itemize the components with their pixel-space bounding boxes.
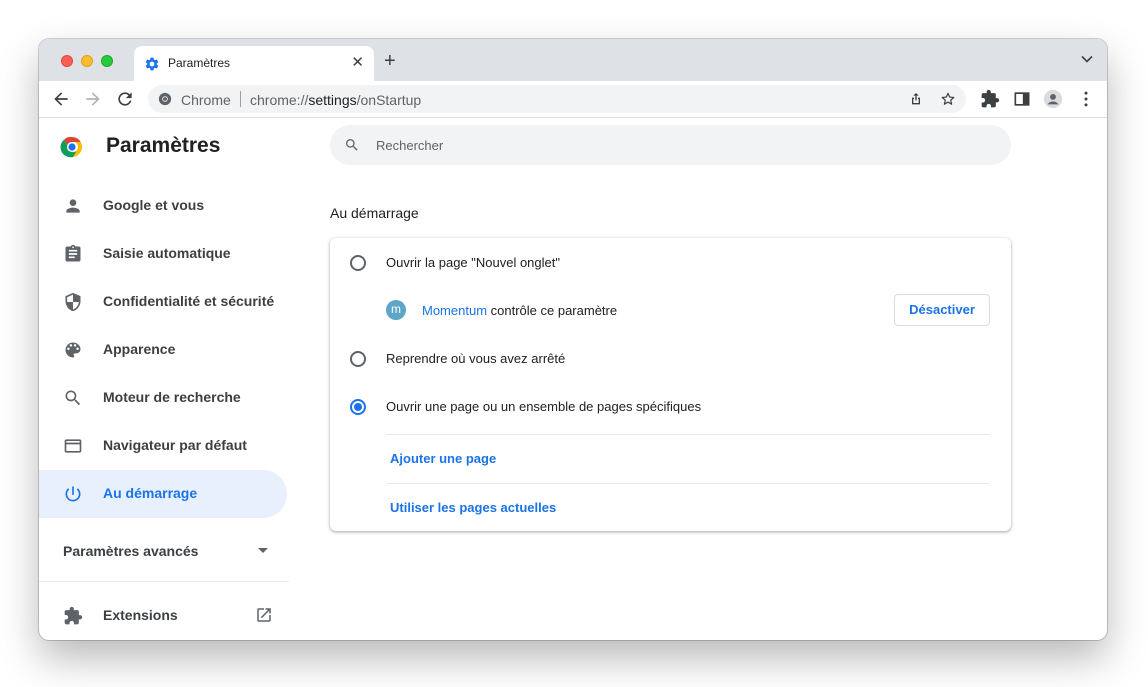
url-scheme: chrome:// (250, 92, 309, 108)
share-icon[interactable] (908, 91, 924, 107)
extension-link[interactable]: Momentum (422, 303, 487, 318)
section-title: Au démarrage (330, 205, 419, 221)
startup-card: Ouvrir la page "Nouvel onglet" m Momentu… (330, 238, 1011, 531)
advanced-settings-toggle[interactable]: Paramètres avancés (63, 543, 273, 563)
gear-icon (145, 57, 159, 71)
puzzle-icon (64, 606, 83, 625)
use-current-pages-link[interactable]: Utiliser les pages actuelles (390, 500, 556, 515)
search-icon (65, 390, 81, 406)
settings-title: Paramètres (106, 134, 221, 157)
search-icon (346, 139, 358, 151)
new-tab-button[interactable]: + (384, 51, 396, 71)
card-divider (386, 483, 990, 484)
disable-extension-button[interactable]: Désactiver (894, 294, 990, 326)
browser-window-icon (64, 439, 82, 453)
sidebar-item-on-startup[interactable]: Au démarrage (39, 470, 287, 518)
sidebar-item-autofill[interactable]: Saisie automatique (39, 230, 287, 278)
caret-down-icon[interactable] (258, 548, 268, 554)
sidebar-item-label: Confidentialité et sécurité (103, 293, 275, 309)
sidebar-item-privacy[interactable]: Confidentialité et sécurité (39, 278, 287, 326)
minimize-window-button[interactable] (81, 55, 93, 67)
radio-specific-pages[interactable] (350, 399, 366, 415)
tab-strip: Paramètres ✕ + (39, 39, 1107, 81)
close-window-button[interactable] (61, 55, 73, 67)
clipboard-icon (65, 244, 81, 262)
sidebar-item-google[interactable]: Google et vous (39, 182, 287, 230)
side-panel-icon[interactable] (1012, 89, 1032, 109)
search-placeholder: Rechercher (376, 138, 444, 153)
puzzle-icon[interactable] (980, 89, 1000, 109)
forward-arrow-icon[interactable] (83, 89, 103, 109)
option-label[interactable]: Reprendre où vous avez arrêté (386, 351, 565, 366)
url-path: /onStartup (356, 92, 422, 108)
reload-icon[interactable] (115, 89, 135, 109)
sidebar-item-label: Extensions (103, 607, 178, 623)
extension-notice-text: contrôle ce paramètre (487, 303, 618, 318)
sidebar-item-label: Navigateur par défaut (103, 437, 247, 453)
profile-avatar-icon[interactable] (1043, 89, 1063, 109)
tab-settings[interactable]: Paramètres ✕ (134, 46, 374, 81)
url-text: chrome://settings/onStartup (250, 92, 421, 108)
open-in-new-icon[interactable] (255, 606, 273, 624)
card-divider (386, 434, 990, 435)
chevron-down-icon[interactable] (1081, 55, 1093, 63)
sidebar-item-label: Au démarrage (103, 485, 198, 501)
sidebar-divider (39, 581, 289, 582)
radio-continue[interactable] (350, 351, 366, 367)
sidebar-item-label: Saisie automatique (103, 245, 231, 261)
palette-icon (65, 342, 81, 358)
sidebar-item-search-engine[interactable]: Moteur de recherche (39, 374, 287, 422)
toolbar: Chrome chrome://settings/onStartup (39, 81, 1107, 118)
settings-search[interactable]: Rechercher (330, 125, 1011, 165)
option-label[interactable]: Ouvrir une page ou un ensemble de pages … (386, 399, 701, 414)
add-page-link[interactable]: Ajouter une page (390, 451, 496, 466)
radio-new-tab[interactable] (350, 255, 366, 271)
omnibox-separator (240, 91, 241, 107)
sidebar-item-label: Moteur de recherche (103, 389, 241, 405)
tab-close-button[interactable]: ✕ (351, 53, 364, 73)
sidebar-item-appearance[interactable]: Apparence (39, 326, 287, 374)
chrome-icon (158, 92, 172, 106)
star-icon[interactable] (940, 91, 956, 107)
sidebar-item-label: Apparence (103, 341, 176, 357)
option-label[interactable]: Ouvrir la page "Nouvel onglet" (386, 255, 560, 270)
maximize-window-button[interactable] (101, 55, 113, 67)
tab-title: Paramètres (168, 56, 231, 70)
extension-notice: Momentum contrôle ce paramètre (422, 303, 617, 318)
sidebar-item-label: Google et vous (103, 197, 205, 213)
back-arrow-icon[interactable] (51, 89, 71, 109)
sidebar-item-extensions[interactable]: Extensions (39, 594, 287, 638)
more-vert-icon[interactable] (1076, 89, 1096, 109)
address-bar[interactable]: Chrome chrome://settings/onStartup (148, 85, 966, 113)
omnibox-chip: Chrome (181, 92, 231, 108)
chrome-logo-icon (60, 136, 82, 158)
browser-window: Paramètres ✕ + Chrome chrome://settings/… (39, 39, 1107, 640)
url-host: settings (308, 92, 357, 108)
power-icon (65, 486, 81, 502)
shield-icon (65, 292, 81, 312)
settings-sidebar: Paramètres Google et vous Saisie automat… (39, 119, 289, 640)
person-icon (66, 199, 80, 213)
sidebar-item-default-browser[interactable]: Navigateur par défaut (39, 422, 287, 470)
momentum-icon: m (386, 300, 406, 320)
